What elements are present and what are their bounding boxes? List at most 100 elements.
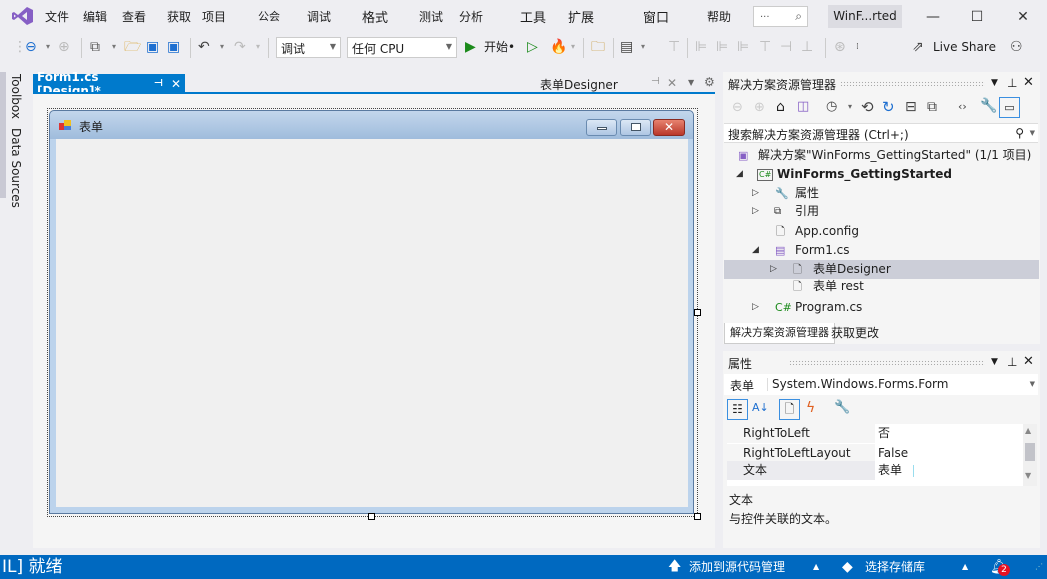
open-file-icon[interactable]: 🗁 (124, 38, 141, 56)
close-panel-icon[interactable]: ✕ (1023, 354, 1034, 369)
search-options-dropdown-icon[interactable]: ▼ (1030, 129, 1035, 137)
menu-tools[interactable]: 工具 (520, 7, 546, 26)
close-preview-icon[interactable]: ✕ (667, 76, 677, 90)
menu-analyze[interactable]: 分析 (459, 8, 483, 25)
toolbox-tab[interactable]: Toolbox (9, 74, 23, 119)
designer-document-tab[interactable]: Form1.cs [Design]* ⊣ ✕ (33, 70, 185, 98)
global-search-box[interactable]: ... ⌕ (753, 6, 808, 27)
tab-overflow-dropdown-icon[interactable]: ▼ (688, 78, 694, 87)
window-layout-icon[interactable]: ▤ (620, 38, 633, 56)
redo-dropdown-icon[interactable]: ▾ (256, 38, 260, 56)
property-row[interactable]: RightToLeft 否 (727, 424, 1023, 443)
menu-extensions[interactable]: 扩展 (568, 7, 594, 26)
tree-item-solution[interactable]: ▣ 解决方案"WinForms_GettingStarted" (1/1 项目) (724, 146, 1039, 165)
tab-solution-explorer[interactable]: 解决方案资源管理器 (724, 323, 835, 344)
minimize-button[interactable]: — (913, 5, 953, 29)
scroll-up-icon[interactable]: ▲ (1025, 426, 1031, 435)
repository-dropdown-icon[interactable]: ▲ (962, 555, 968, 579)
collapse-arrow-icon[interactable]: ◢ (736, 165, 743, 184)
select-repository-button[interactable]: 选择存储库 (865, 555, 925, 579)
resize-handle-bottom[interactable] (368, 513, 375, 520)
categorized-view-icon[interactable]: ☷ (727, 399, 748, 420)
collapse-arrow-icon[interactable]: ◢ (752, 241, 759, 260)
show-all-files-icon[interactable]: ⧉ (927, 99, 937, 115)
refresh-icon[interactable]: ↻ (882, 98, 895, 116)
tree-item-properties[interactable]: ▷ 🔧 属性 (724, 184, 1039, 203)
start-button-label[interactable]: 开始• (484, 38, 515, 56)
pin-icon[interactable]: ⊣ (154, 78, 163, 89)
close-button[interactable]: ✕ (1003, 5, 1043, 29)
tree-item-form1[interactable]: ◢ ▤ Form1.cs (724, 241, 1039, 260)
resize-handle-corner[interactable] (694, 513, 701, 520)
collapse-all-icon[interactable]: ⊟ (905, 99, 917, 115)
alphabetical-sort-icon[interactable]: A↓ (752, 401, 769, 414)
align-to-grid-icon[interactable]: ⊤ (668, 38, 680, 56)
resize-handle-right[interactable] (694, 309, 701, 316)
se-forward-icon[interactable]: ⊕ (754, 100, 765, 115)
menu-file[interactable]: 文件 (45, 8, 69, 25)
resize-grip-icon[interactable]: ⋰ (1035, 555, 1043, 579)
solution-platform-combo[interactable]: 任何 CPU ▼ (347, 37, 457, 58)
menu-edit[interactable]: 编辑 (83, 8, 107, 25)
source-control-dropdown-icon[interactable]: ▲ (813, 555, 819, 579)
scroll-down-icon[interactable]: ▼ (1025, 471, 1031, 480)
layout-dropdown-icon[interactable]: ▾ (641, 38, 645, 56)
tree-item-form-rest[interactable]: 🗋 表单 rest (724, 277, 1039, 296)
property-pages-wrench-icon[interactable]: 🔧 (834, 400, 850, 415)
auto-hide-pin-icon[interactable]: ⊥ (1007, 76, 1017, 90)
settings-gear-icon[interactable]: ⚙ (704, 75, 715, 89)
expand-arrow-icon[interactable]: ▷ (752, 202, 759, 221)
tab-order-icon[interactable]: ⊛ (834, 38, 846, 56)
view-code-icon[interactable]: ‹› (958, 100, 967, 113)
menu-project[interactable]: 项目 (202, 8, 226, 25)
property-grid-scrollbar[interactable]: ▲ ▼ (1023, 424, 1037, 486)
align-middles-icon[interactable]: ⊣ (780, 38, 792, 56)
properties-view-icon[interactable]: 🗋 (779, 399, 800, 420)
events-lightning-icon[interactable]: ϟ (806, 400, 815, 416)
tree-item-program[interactable]: ▷ C# Program.cs (724, 298, 1039, 317)
expand-arrow-icon[interactable]: ▷ (752, 184, 759, 203)
property-row-selected[interactable]: 文本 表单 (727, 461, 1023, 480)
sync-icon[interactable]: ⟲ (861, 98, 874, 116)
window-position-dropdown-icon[interactable]: ▼ (991, 357, 998, 367)
close-panel-icon[interactable]: ✕ (1023, 75, 1034, 90)
navigate-forward-icon[interactable]: ⊕ (58, 38, 70, 56)
se-back-icon[interactable]: ⊖ (732, 100, 743, 115)
align-bottoms-icon[interactable]: ⊥ (801, 38, 813, 56)
home-icon[interactable]: ⌂ (776, 99, 785, 115)
start-play-icon[interactable]: ▶ (465, 38, 476, 56)
align-centers-icon[interactable]: ⊫ (716, 38, 728, 56)
keep-open-icon[interactable]: ⊣ (651, 76, 660, 87)
hot-reload-dropdown-icon[interactable]: ▾ (571, 38, 575, 56)
properties-wrench-icon[interactable]: 🔧 (980, 98, 997, 114)
solution-name-badge[interactable]: WinF...rted (828, 5, 902, 28)
close-tab-icon[interactable]: ✕ (171, 77, 181, 91)
property-value[interactable]: 表单 (878, 461, 902, 480)
window-position-dropdown-icon[interactable]: ▼ (991, 78, 998, 88)
back-dropdown-icon[interactable]: ▾ (46, 38, 50, 56)
menu-debug[interactable]: 调试 (307, 8, 331, 25)
menu-test[interactable]: 测试 (419, 8, 443, 25)
property-value[interactable]: 否 (878, 424, 890, 443)
save-all-icon[interactable]: ▣ (167, 38, 180, 56)
toolbar-overflow-icon[interactable]: ⁞ (856, 38, 859, 56)
new-project-icon[interactable]: ⧉ (90, 38, 100, 56)
preview-document-tab[interactable]: 表单Designer ⊣ ✕ (536, 74, 686, 93)
tree-item-project[interactable]: ◢ C# WinForms_GettingStarted (724, 165, 1039, 184)
expand-arrow-icon[interactable]: ▷ (752, 298, 759, 317)
live-share-button[interactable]: Live Share (933, 38, 996, 56)
solution-configuration-combo[interactable]: 调试 ▼ (276, 37, 341, 58)
menu-help[interactable]: 帮助 (707, 8, 731, 25)
filter-dropdown-icon[interactable]: ▾ (848, 102, 852, 111)
solution-explorer-search[interactable]: 搜索解决方案资源管理器 (Ctrl+;) ⚲ ▼ (724, 123, 1038, 143)
align-rights-icon[interactable]: ⊫ (737, 38, 749, 56)
object-selector-combo[interactable]: 表单 System.Windows.Forms.Form ▼ (724, 374, 1038, 395)
live-share-icon[interactable]: ⇗ (912, 38, 924, 56)
undo-dropdown-icon[interactable]: ▾ (220, 38, 224, 56)
hot-reload-icon[interactable]: 🔥 (550, 38, 567, 56)
menu-window[interactable]: 窗口 (643, 7, 669, 26)
preview-selected-items-icon[interactable]: ▭ (999, 97, 1020, 118)
scroll-thumb[interactable] (1025, 443, 1035, 461)
form-client-area[interactable] (56, 139, 688, 507)
undo-icon[interactable]: ↶ (198, 38, 210, 56)
